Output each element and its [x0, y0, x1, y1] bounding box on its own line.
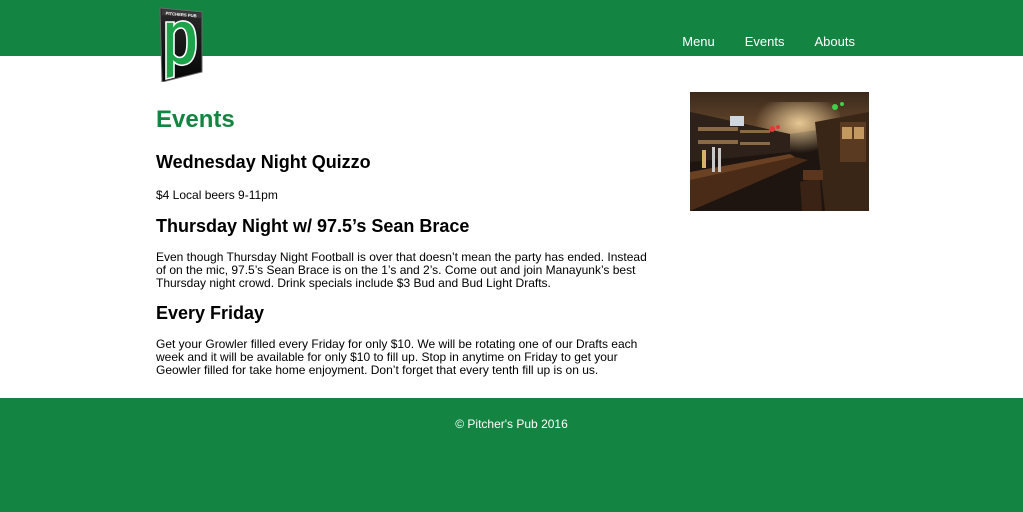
event-description-thursday: Even though Thursday Night Football is o…	[156, 250, 647, 290]
page-title: Events	[156, 106, 235, 133]
pitchers-pub-logo-icon: PITCHERS PUB	[159, 7, 203, 83]
main-nav: Menu Events Abouts	[682, 34, 855, 49]
bar-photo-image	[690, 92, 869, 211]
site-logo[interactable]: PITCHERS PUB	[158, 6, 204, 83]
nav-link-events[interactable]: Events	[745, 34, 785, 49]
site-footer: © Pitcher's Pub 2016	[0, 398, 1023, 512]
copyright-text: © Pitcher's Pub 2016	[455, 417, 568, 431]
main-content: Events Wednesday Night Quizzo $4 Local b…	[156, 106, 660, 377]
event-description-friday: Get your Growler filled every Friday for…	[156, 337, 638, 377]
event-title-friday: Every Friday	[156, 303, 265, 323]
bar-interior-photo	[690, 92, 869, 211]
site-header: Menu Events Abouts	[0, 0, 1023, 56]
nav-link-abouts[interactable]: Abouts	[815, 34, 855, 49]
event-description-wednesday: $4 Local beers 9-11pm	[156, 188, 278, 202]
event-title-thursday: Thursday Night w/ 97.5’s Sean Brace	[156, 216, 470, 236]
nav-link-menu[interactable]: Menu	[682, 34, 715, 49]
event-title-wednesday: Wednesday Night Quizzo	[156, 152, 371, 172]
